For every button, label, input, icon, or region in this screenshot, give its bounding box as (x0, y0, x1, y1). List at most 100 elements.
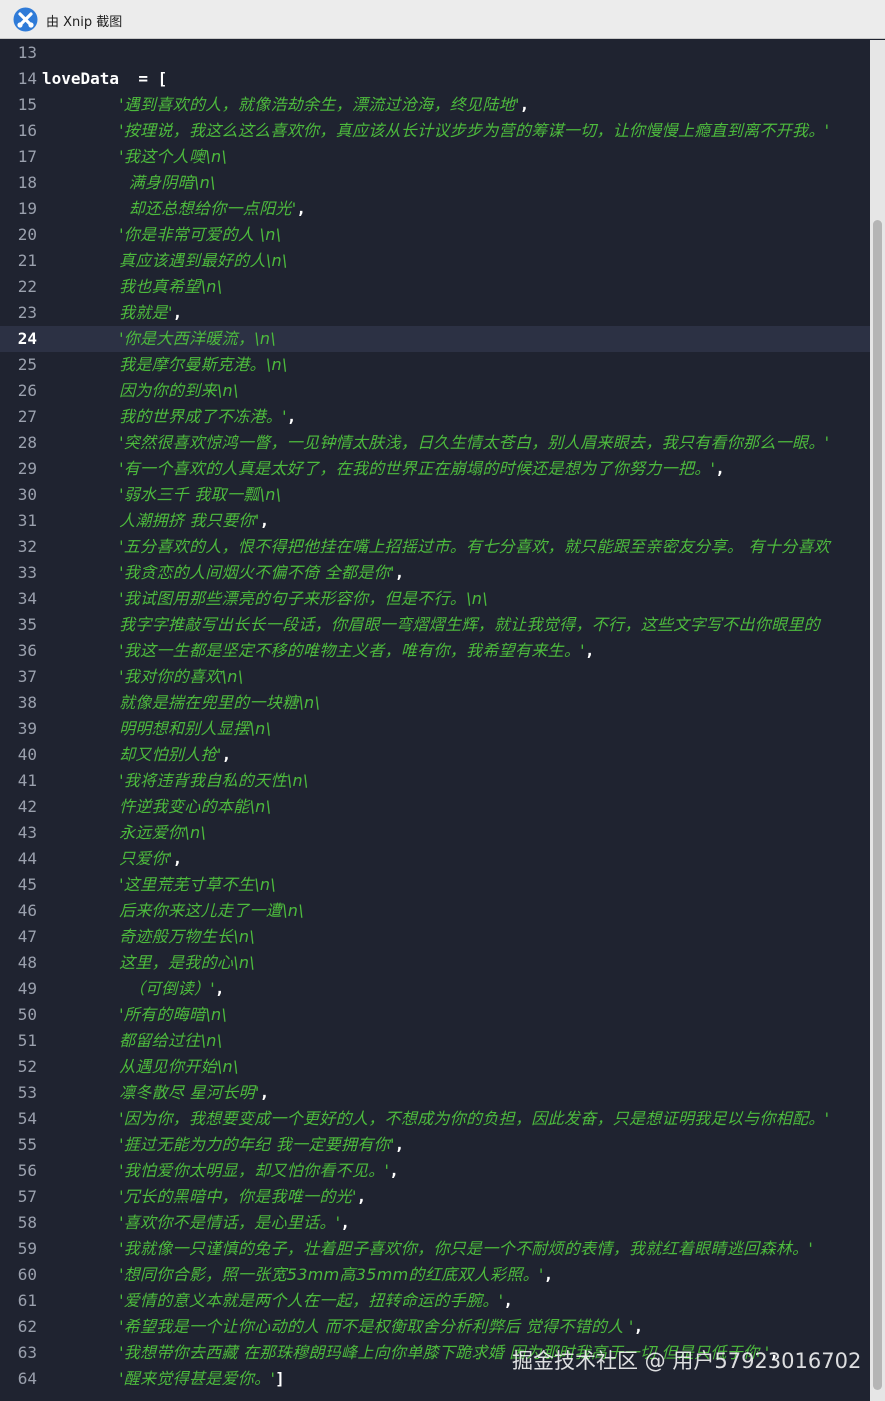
code-line[interactable]: 40 却又怕别人抢', (0, 742, 870, 768)
code-line[interactable]: 29 '有一个喜欢的人真是太好了，在我的世界正在崩塌的时候还是想为了你努力一把。… (0, 456, 870, 482)
code-line[interactable]: 53 凛冬散尽 星河长明', (0, 1080, 870, 1106)
window-titlebar: 由 Xnip 截图 (0, 0, 885, 39)
line-code: '我贪恋的人间烟火不偏不倚 全都是你', (42, 560, 870, 586)
line-number: 44 (17, 849, 37, 868)
line-number: 62 (17, 1317, 37, 1336)
code-line[interactable]: 44 只爱你', (0, 846, 870, 872)
line-code: '这里荒芜寸草不生\n\ (42, 872, 870, 898)
string-literal: '按理说，我这么这么喜欢你，真应该从长计议步步为营的筹谋一切，让你慢慢上瘾直到离… (119, 121, 830, 140)
code-line[interactable]: 14 loveData = [ (0, 66, 870, 92)
line-number: 27 (17, 407, 37, 426)
line-number: 23 (17, 303, 37, 322)
line-code: '我将违背我自私的天性\n\ (42, 768, 870, 794)
punctuation: , (584, 641, 595, 660)
code-line[interactable]: 43 永远爱你\n\ (0, 820, 870, 846)
code-line[interactable]: 47 奇迹般万物生长\n\ (0, 924, 870, 950)
line-code: 凛冬散尽 星河长明', (42, 1080, 870, 1106)
code-line[interactable]: 21 真应该遇到最好的人\n\ (0, 248, 870, 274)
code-line[interactable]: 24 '你是大西洋暖流，\n\ (0, 326, 870, 352)
code-line[interactable]: 31 人潮拥挤 我只要你', (0, 508, 870, 534)
code-line[interactable]: 62 '希望我是一个让你心动的人 而不是权衡取舍分析利弊后 觉得不错的人 ', (0, 1314, 870, 1340)
code-line[interactable]: 56 '我怕爱你太明显，却又怕你看不见。', (0, 1158, 870, 1184)
string-literal: '你是非常可爱的人 \n\ (119, 225, 282, 244)
vertical-scrollbar[interactable] (870, 40, 885, 1401)
code-line[interactable]: 30 '弱水三千 我取一瓢\n\ (0, 482, 870, 508)
string-literal: '我就像一只谨慎的兔子，壮着胆子喜欢你，你只是一个不耐烦的表情，我就红着眼睛逃回… (119, 1239, 814, 1258)
code-line[interactable]: 55 '捱过无能为力的年纪 我一定要拥有你', (0, 1132, 870, 1158)
code-line[interactable]: 41 '我将违背我自私的天性\n\ (0, 768, 870, 794)
line-number: 47 (17, 927, 37, 946)
string-literal: 凛冬散尽 星河长明' (119, 1083, 260, 1102)
string-literal: '你是大西洋暖流，\n\ (119, 329, 276, 348)
line-code: 明明想和别人显摆\n\ (42, 716, 870, 742)
code-line[interactable]: 32 '五分喜欢的人，恨不得把他挂在嘴上招摇过市。有七分喜欢，就只能跟至亲密友分… (0, 534, 870, 560)
code-line[interactable]: 61 '爱情的意义本就是两个人在一起，扭转命运的手腕。', (0, 1288, 870, 1314)
code-line[interactable]: 16 '按理说，我这么这么喜欢你，真应该从长计议步步为营的筹谋一切，让你慢慢上瘾… (0, 118, 870, 144)
code-line[interactable]: 25 我是摩尔曼斯克港。\n\ (0, 352, 870, 378)
code-line[interactable]: 45 '这里荒芜寸草不生\n\ (0, 872, 870, 898)
code-line[interactable]: 18 满身阴暗\n\ (0, 170, 870, 196)
code-line[interactable]: 27 我的世界成了不冻港。', (0, 404, 870, 430)
line-code: 我字字推敲写出长长一段话，你眉眼一弯熠熠生辉，就让我觉得，不行，这些文字写不出你… (42, 612, 870, 638)
punctuation: , (715, 459, 725, 478)
line-code: 这里，是我的心\n\ (42, 950, 870, 976)
code-line[interactable]: 59 '我就像一只谨慎的兔子，壮着胆子喜欢你，你只是一个不耐烦的表情，我就红着眼… (0, 1236, 870, 1262)
code-line[interactable]: 20 '你是非常可爱的人 \n\ (0, 222, 870, 248)
code-line[interactable]: 19 却还总想给你一点阳光', (0, 196, 870, 222)
punctuation: , (503, 1291, 514, 1310)
line-number: 58 (17, 1213, 37, 1232)
scrollbar-thumb[interactable] (873, 220, 882, 1390)
code-editor[interactable]: 13 14 loveData = [15 '遇到喜欢的人，就像浩劫余生，漂流过沧海，… (0, 40, 870, 1401)
code-line[interactable]: 34 '我试图用那些漂亮的句子来形容你，但是不行。\n\ (0, 586, 870, 612)
code-line[interactable]: 33 '我贪恋的人间烟火不偏不倚 全都是你', (0, 560, 870, 586)
code-line[interactable]: 37 '我对你的喜欢\n\ (0, 664, 870, 690)
code-line[interactable]: 50 '所有的晦暗\n\ (0, 1002, 870, 1028)
line-number: 53 (17, 1083, 37, 1102)
code-line[interactable]: 35 我字字推敲写出长长一段话，你眉眼一弯熠熠生辉，就让我觉得，不行，这些文字写… (0, 612, 870, 638)
code-line[interactable]: 22 我也真希望\n\ (0, 274, 870, 300)
code-line[interactable]: 54 '因为你，我想要变成一个更好的人，不想成为你的负担，因此发奋，只是想证明我… (0, 1106, 870, 1132)
code-line[interactable]: 52 从遇见你开始\n\ (0, 1054, 870, 1080)
line-code: 我是摩尔曼斯克港。\n\ (42, 352, 870, 378)
code-line[interactable]: 51 都留给过往\n\ (0, 1028, 870, 1054)
code-line[interactable]: 17 '我这个人噢\n\ (0, 144, 870, 170)
punctuation: , (286, 407, 297, 426)
line-number: 14 (17, 69, 37, 88)
code-line[interactable]: 49 （可倒读）', (0, 976, 870, 1002)
code-line[interactable]: 15 '遇到喜欢的人，就像浩劫余生，漂流过沧海，终见陆地', (0, 92, 870, 118)
line-code: 满身阴暗\n\ (42, 170, 870, 196)
code-line[interactable]: 39 明明想和别人显摆\n\ (0, 716, 870, 742)
code-line[interactable]: 23 我就是', (0, 300, 870, 326)
string-literal: 这里，是我的心\n\ (119, 953, 255, 972)
code-line[interactable]: 58 '喜欢你不是情话，是心里话。', (0, 1210, 870, 1236)
line-code: 却又怕别人抢', (42, 742, 870, 768)
code-line[interactable]: 48 这里，是我的心\n\ (0, 950, 870, 976)
line-number: 54 (17, 1109, 37, 1128)
code-line[interactable]: 13 (0, 40, 870, 66)
string-literal: 永远爱你\n\ (119, 823, 207, 842)
code-line[interactable]: 38 就像是揣在兜里的一块糖\n\ (0, 690, 870, 716)
string-literal: '遇到喜欢的人，就像浩劫余生，漂流过沧海，终见陆地' (119, 95, 520, 114)
code-line[interactable]: 46 后来你来这儿走了一遭\n\ (0, 898, 870, 924)
code-line[interactable]: 36 '我这一生都是坚定不移的唯物主义者，唯有你，我希望有来生。', (0, 638, 870, 664)
code-line[interactable]: 57 '冗长的黑暗中，你是我唯一的光', (0, 1184, 870, 1210)
code-line[interactable]: 60 '想同你合影，照一张宽53mm高35mm的红底双人彩照。', (0, 1262, 870, 1288)
line-number: 24 (17, 329, 37, 348)
line-code: '我就像一只谨慎的兔子，壮着胆子喜欢你，你只是一个不耐烦的表情，我就红着眼睛逃回… (42, 1236, 870, 1262)
line-number: 40 (17, 745, 37, 764)
code-line[interactable]: 28 '突然很喜欢惊鸿一瞥，一见钟情太肤浅，日久生情太苍白，别人眉来眼去，我只有… (0, 430, 870, 456)
code-line[interactable]: 42 忤逆我变心的本能\n\ (0, 794, 870, 820)
line-number: 16 (17, 121, 37, 140)
code-line[interactable]: 26 因为你的到来\n\ (0, 378, 870, 404)
line-number: 29 (17, 459, 37, 478)
line-code: '你是非常可爱的人 \n\ (42, 222, 870, 248)
